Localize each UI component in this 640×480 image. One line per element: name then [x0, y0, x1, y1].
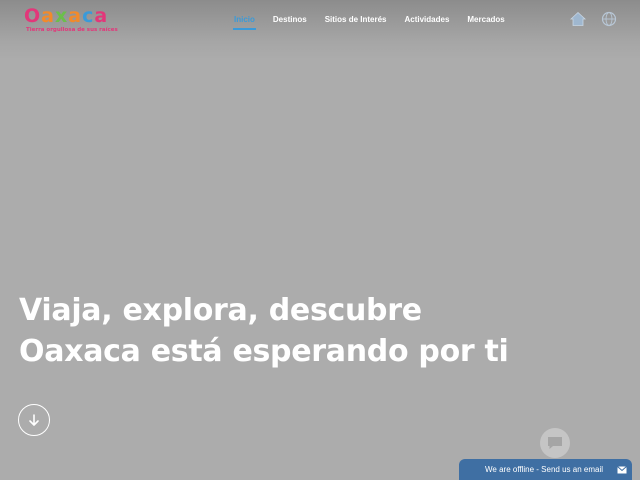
arrow-down-icon: [29, 414, 39, 426]
scroll-down-button[interactable]: [18, 404, 50, 436]
hero-background: [0, 0, 640, 480]
nav-item-mercados[interactable]: Mercados: [458, 12, 513, 30]
envelope-icon: [612, 459, 632, 480]
chat-bubble-button[interactable]: [540, 428, 570, 458]
logo-letter: x: [54, 5, 69, 27]
chat-bubble-icon: [548, 437, 562, 449]
hero-headline: Viaja, explora, descubre Oaxaca está esp…: [19, 290, 619, 372]
hero-line-2: Oaxaca está esperando por ti: [19, 334, 509, 369]
logo-letter: O: [24, 5, 42, 27]
main-nav: Inicio Destinos Sitios de Interés Activi…: [225, 12, 514, 30]
logo-letter: a: [68, 5, 83, 27]
nav-item-inicio[interactable]: Inicio: [225, 12, 264, 30]
logo-tagline: Tierra orgullosa de sus raíces: [26, 27, 118, 33]
logo-letter: a: [41, 5, 55, 27]
globe-icon[interactable]: [600, 10, 618, 28]
nav-item-destinos[interactable]: Destinos: [264, 12, 316, 30]
home-icon[interactable]: [569, 10, 587, 28]
hero-line-1: Viaja, explora, descubre: [19, 293, 422, 328]
nav-item-sitios-de-interes[interactable]: Sitios de Interés: [316, 12, 396, 30]
site-logo[interactable]: Oaxaca Tierra orgullosa de sus raíces: [24, 6, 124, 38]
logo-letter: a: [94, 5, 109, 27]
nav-item-actividades[interactable]: Actividades: [395, 12, 458, 30]
logo-letter: c: [82, 5, 95, 27]
logo-wordmark: Oaxaca: [24, 6, 108, 26]
offline-chat-bar[interactable]: We are offline - Send us an email: [459, 459, 632, 480]
site-header: Oaxaca Tierra orgullosa de sus raíces In…: [0, 0, 640, 42]
chat-bar-label: We are offline - Send us an email: [485, 465, 603, 474]
